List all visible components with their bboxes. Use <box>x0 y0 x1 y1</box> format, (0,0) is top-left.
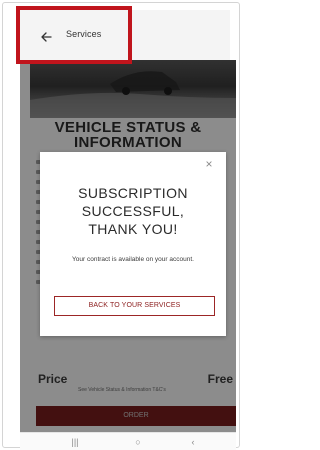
recent-apps-icon[interactable]: ||| <box>68 436 82 448</box>
home-icon[interactable]: ○ <box>131 436 145 448</box>
dialog-title-line-3: THANK YOU! <box>88 221 178 237</box>
dialog-title: SUBSCRIPTION SUCCESSFUL, THANK YOU! <box>48 184 218 238</box>
dialog-title-line-2: SUCCESSFUL, <box>81 203 185 219</box>
back-to-services-button[interactable]: BACK TO YOUR SERVICES <box>54 296 215 316</box>
close-icon[interactable]: × <box>203 158 215 170</box>
highlight-box <box>16 6 132 64</box>
nav-back-icon[interactable]: ‹ <box>186 436 200 448</box>
phone-screen: Services VEHICLE STATUS & INFORMATION Pr… <box>0 0 244 450</box>
success-dialog: × SUBSCRIPTION SUCCESSFUL, THANK YOU! Yo… <box>40 152 226 336</box>
dialog-message: Your contract is available on your accou… <box>72 256 194 263</box>
dialog-title-line-1: SUBSCRIPTION <box>78 185 188 201</box>
system-nav-bar: ||| ○ ‹ <box>20 432 236 450</box>
